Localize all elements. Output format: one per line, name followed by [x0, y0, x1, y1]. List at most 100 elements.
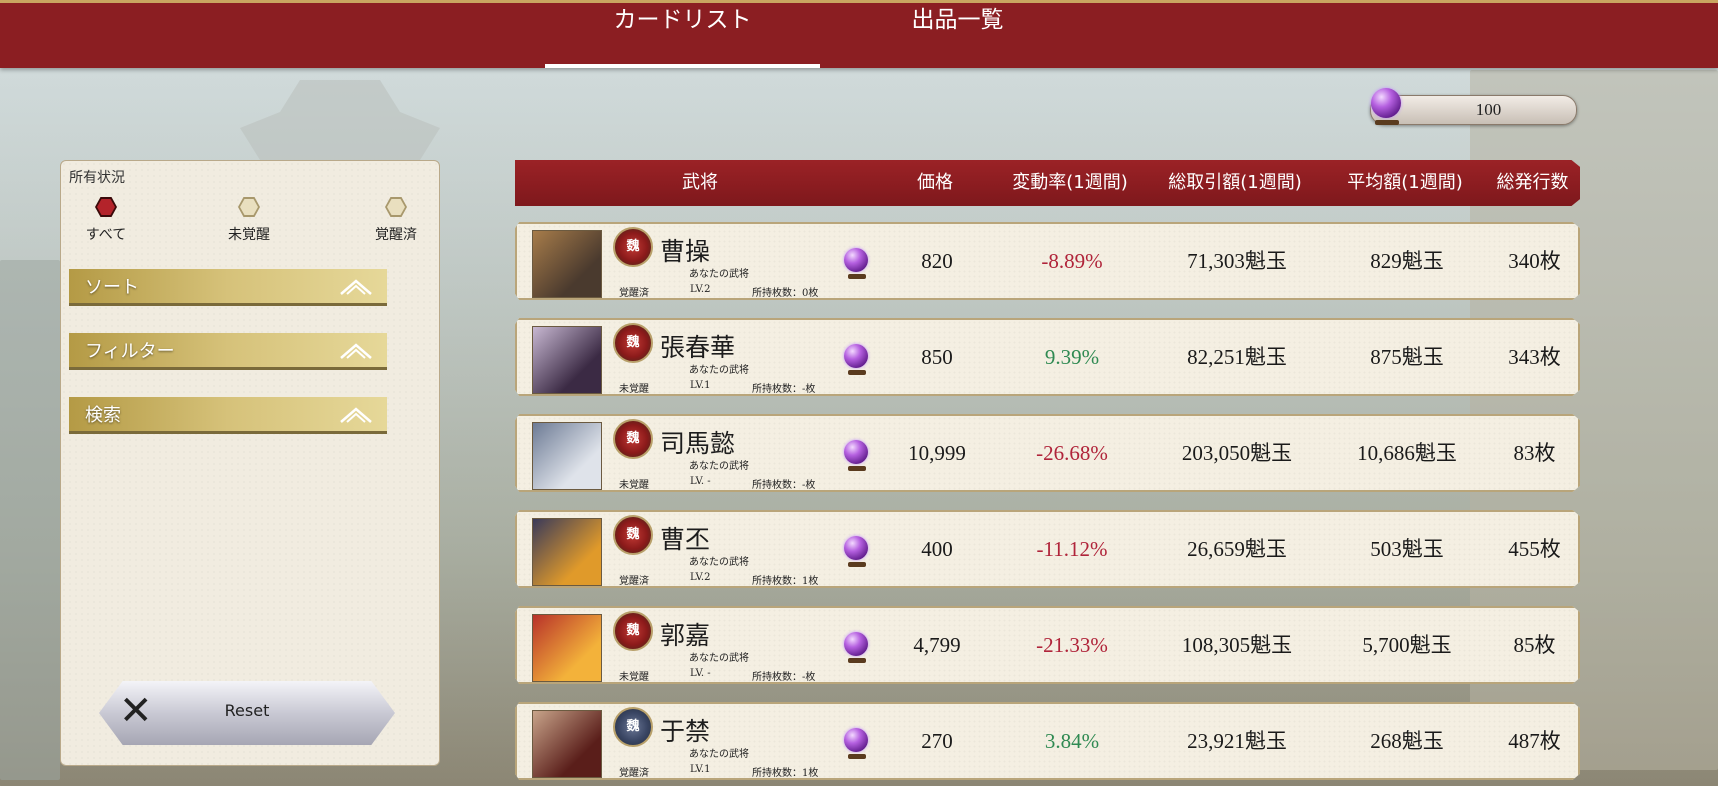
price-cell: 10,999 — [908, 441, 966, 465]
chevron-up-icon — [340, 279, 372, 295]
issued-cell: 83枚 — [1513, 441, 1556, 465]
search-section-toggle[interactable]: 検索 — [69, 397, 387, 434]
card-level: LV.1 — [690, 380, 711, 391]
price-cell: 400 — [921, 537, 953, 561]
issued-cell: 343枚 — [1508, 345, 1561, 369]
total-volume-cell: 108,305魁玉 — [1181, 633, 1293, 657]
general-name: 張春華 — [660, 333, 736, 362]
price-cell: 270 — [921, 729, 953, 753]
filter-option-label: すべて — [85, 227, 127, 243]
general-portrait — [532, 710, 602, 778]
awaken-status: 覚醒済 — [619, 576, 649, 587]
table-row[interactable]: 魏于禁 あなたの武将 覚醒済 LV.1 所持枚数：1枚 270 3.84% 23,921魁玉 2… — [515, 702, 1580, 780]
general-portrait — [532, 614, 602, 682]
purple-gem-icon — [844, 536, 870, 567]
general-portrait — [532, 326, 602, 394]
owner-subtitle: あなたの武将 — [689, 557, 749, 568]
section-label: ソート — [85, 277, 139, 298]
tab-listings[interactable]: 出品一覧 — [820, 3, 1095, 68]
section-label: 検索 — [85, 405, 121, 426]
reset-button[interactable]: ✕ Reset — [99, 681, 395, 745]
table-row[interactable]: 魏曹操 あなたの武将 覚醒済 LV.2 所持枚数：0枚 820 -8.89% 71,303魁玉… — [515, 222, 1580, 300]
faction-badge-icon: 魏 — [613, 611, 653, 651]
general-name: 司馬懿 — [660, 429, 736, 458]
owned-count: 所持枚数：0枚 — [752, 288, 819, 299]
awaken-status: 未覚醒 — [619, 384, 649, 395]
owned-count: 所持枚数：1枚 — [752, 768, 819, 779]
faction-badge-icon: 魏 — [613, 515, 653, 555]
change-rate-cell: 9.39% — [1044, 345, 1100, 369]
faction-badge-icon: 魏 — [613, 227, 653, 267]
table-row[interactable]: 魏張春華 あなたの武将 未覚醒 LV.1 所持枚数：-枚 850 9.39% 82,251魁玉… — [515, 318, 1580, 396]
background-building-left — [0, 260, 60, 780]
column-header-price[interactable]: 価格 — [890, 160, 980, 206]
column-header-issued[interactable]: 総発行数 — [1475, 160, 1580, 206]
ownership-status-title: 所有状況 — [69, 170, 125, 186]
total-volume-cell: 71,303魁玉 — [1187, 249, 1287, 273]
owned-count: 所持枚数：-枚 — [752, 672, 816, 683]
purple-gem-icon — [844, 728, 870, 759]
total-volume-cell: 82,251魁玉 — [1187, 345, 1287, 369]
column-header-general[interactable]: 武将 — [610, 160, 790, 206]
change-rate-cell: -21.33% — [1036, 633, 1108, 657]
awaken-status: 未覚醒 — [619, 480, 649, 491]
change-rate-cell: 3.84% — [1044, 729, 1100, 753]
faction-badge-icon: 魏 — [613, 707, 653, 747]
price-cell: 4,799 — [913, 633, 961, 657]
filter-option-all[interactable]: すべて — [61, 197, 151, 244]
change-rate-cell: -26.68% — [1036, 441, 1108, 465]
average-cell: 503魁玉 — [1370, 537, 1444, 561]
awaken-status: 覚醒済 — [619, 768, 649, 779]
owner-subtitle: あなたの武将 — [689, 365, 749, 376]
price-cell: 820 — [921, 249, 953, 273]
issued-cell: 455枚 — [1508, 537, 1561, 561]
card-level: LV.1 — [690, 764, 711, 775]
issued-cell: 487枚 — [1508, 729, 1561, 753]
average-cell: 10,686魁玉 — [1357, 441, 1457, 465]
owner-subtitle: あなたの武将 — [689, 269, 749, 280]
top-navigation-bar: カードリスト 出品一覧 — [0, 0, 1718, 68]
card-level: LV. - — [690, 668, 711, 679]
card-level: LV.2 — [690, 572, 711, 583]
card-level: LV.2 — [690, 284, 711, 295]
owner-subtitle: あなたの武将 — [689, 749, 749, 760]
hexagon-radio-selected-icon — [95, 197, 117, 217]
filter-panel: 所有状況 すべて 未覚醒 覚醒済 ソート フィルター 検索 ✕ Reset — [60, 160, 440, 766]
owned-count: 所持枚数：-枚 — [752, 384, 816, 395]
owned-count: 所持枚数：-枚 — [752, 480, 816, 491]
table-header: 武将 価格 変動率(1週間) 総取引額(1週間) 平均額(1週間) 総発行数 — [515, 160, 1580, 206]
section-label: フィルター — [85, 341, 175, 362]
awaken-status: 未覚醒 — [619, 672, 649, 683]
average-cell: 268魁玉 — [1370, 729, 1444, 753]
hexagon-radio-icon — [385, 197, 407, 217]
hexagon-radio-icon — [238, 197, 260, 217]
tab-card-list[interactable]: カードリスト — [545, 3, 820, 68]
column-header-change-rate[interactable]: 変動率(1週間) — [990, 160, 1150, 206]
table-row[interactable]: 魏曹丕 あなたの武将 覚醒済 LV.2 所持枚数：1枚 400 -11.12% 26,659魁… — [515, 510, 1580, 588]
issued-cell: 340枚 — [1508, 249, 1561, 273]
card-level: LV. - — [690, 476, 711, 487]
owner-subtitle: あなたの武将 — [689, 461, 749, 472]
purple-gem-icon — [844, 632, 870, 663]
issued-cell: 85枚 — [1513, 633, 1556, 657]
faction-badge-icon: 魏 — [613, 419, 653, 459]
general-name: 曹丕 — [660, 525, 711, 554]
owner-subtitle: あなたの武将 — [689, 653, 749, 664]
filter-section-toggle[interactable]: フィルター — [69, 333, 387, 370]
chevron-up-icon — [340, 343, 372, 359]
column-header-average[interactable]: 平均額(1週間) — [1325, 160, 1485, 206]
filter-option-unawakened[interactable]: 未覚醒 — [204, 197, 294, 244]
faction-badge-icon: 魏 — [613, 323, 653, 363]
general-portrait — [532, 518, 602, 586]
filter-option-label: 未覚醒 — [228, 227, 270, 243]
total-volume-cell: 26,659魁玉 — [1187, 537, 1287, 561]
general-name: 曹操 — [660, 237, 711, 266]
general-name: 于禁 — [660, 717, 711, 746]
total-volume-cell: 203,050魁玉 — [1181, 441, 1293, 465]
column-header-total-volume[interactable]: 総取引額(1週間) — [1135, 160, 1335, 206]
table-row[interactable]: 魏郭嘉 あなたの武将 未覚醒 LV. - 所持枚数：-枚 4,799 -21.33% 108,… — [515, 606, 1580, 684]
purple-gem-icon — [844, 344, 870, 375]
filter-option-awakened[interactable]: 覚醒済 — [351, 197, 441, 244]
sort-section-toggle[interactable]: ソート — [69, 269, 387, 306]
table-row[interactable]: 魏司馬懿あなたの武将未覚醒 LV. - 所持枚数：-枚 10,999 -26.68% 20… — [515, 414, 1580, 492]
